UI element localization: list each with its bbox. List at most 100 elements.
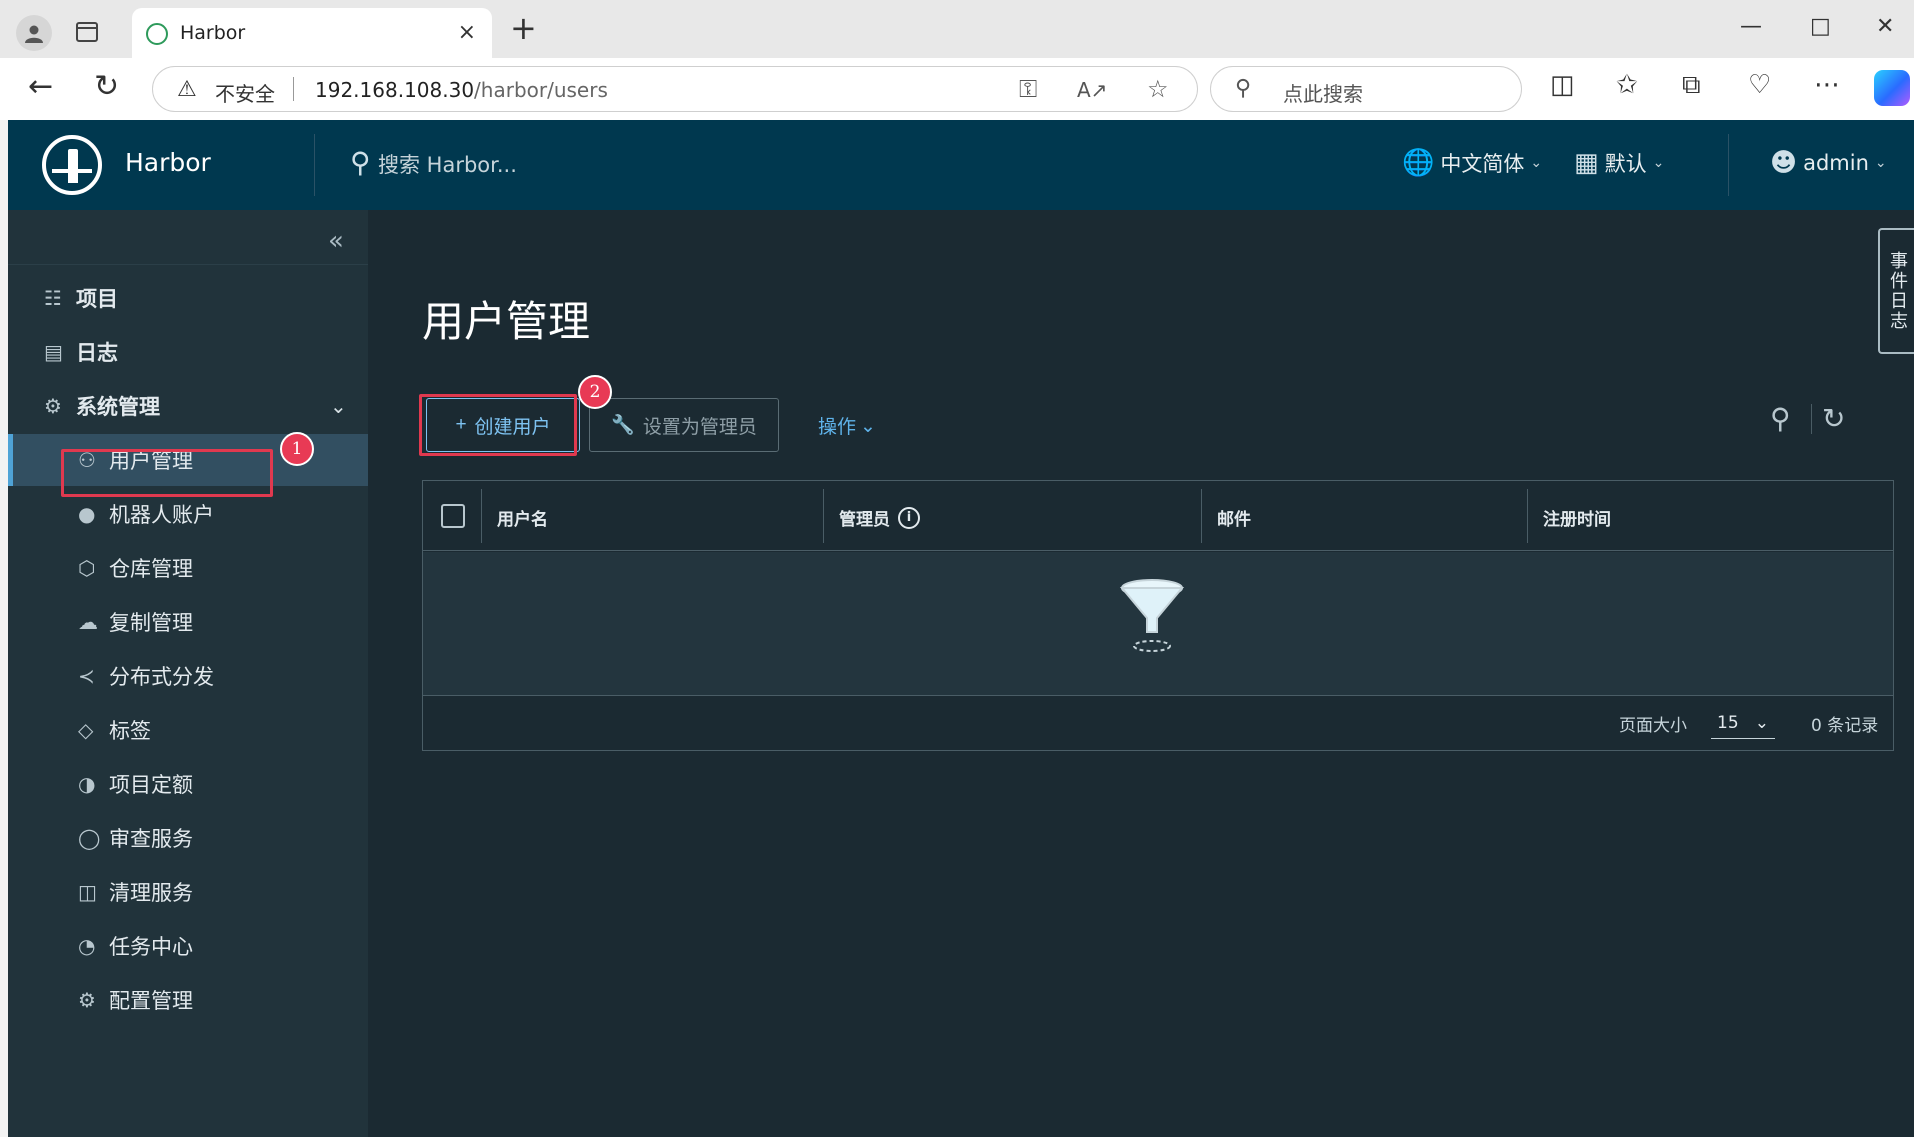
profile-icon[interactable] <box>16 15 52 51</box>
dashboard-icon: ◔ <box>78 934 96 958</box>
calendar-icon: ▦ <box>1574 148 1599 178</box>
page-size-value: 15 <box>1717 712 1739 733</box>
user-name: admin <box>1803 151 1869 175</box>
column-header-registration-time[interactable]: 注册时间 <box>1543 505 1611 530</box>
user-icon: ☻ <box>1770 148 1798 178</box>
sidebar-item-label: 标签 <box>109 719 151 743</box>
column-separator <box>481 489 482 543</box>
sidebar-item-label: 项目 <box>76 287 118 311</box>
sidebar-item-job-service[interactable]: ◔ 任务中心 <box>8 920 368 972</box>
brand-name[interactable]: Harbor <box>125 148 211 177</box>
back-arrow-icon[interactable]: ← <box>28 72 53 102</box>
chevron-down-icon[interactable]: ⌄ <box>330 394 347 418</box>
sidebar-item-distributions[interactable]: ≺ 分布式分发 <box>8 650 368 702</box>
chevron-down-icon: ⌄ <box>1754 712 1769 733</box>
toolbar-divider <box>1811 404 1812 434</box>
global-search-input[interactable] <box>378 150 678 180</box>
browser-tab[interactable]: Harbor × <box>132 8 492 58</box>
column-header-username[interactable]: 用户名 <box>497 505 548 530</box>
column-separator <box>1527 489 1528 543</box>
language-label: 中文简体 <box>1440 152 1525 176</box>
minimize-icon[interactable]: — <box>1740 14 1762 39</box>
sidebar-item-configuration[interactable]: ⚙ 配置管理 <box>8 974 368 1026</box>
split-screen-icon[interactable]: ◫ <box>1550 72 1575 98</box>
info-icon[interactable]: i <box>898 506 920 529</box>
sidebar-item-label: 分布式分发 <box>109 665 214 689</box>
browser-essentials-icon[interactable]: ♡ <box>1748 72 1771 98</box>
theme-selector[interactable]: ▦ 默认 ⌄ <box>1574 148 1664 178</box>
url-path: /harbor/users <box>474 78 608 102</box>
sidebar-item-registries[interactable]: ⬡ 仓库管理 <box>8 542 368 594</box>
select-all-checkbox[interactable] <box>441 504 465 528</box>
insecure-label[interactable]: 不安全 <box>215 78 275 107</box>
table-header: 用户名 管理员 i 邮件 注册时间 <box>423 481 1893 551</box>
app-header: Harbor ⚲ 🌐 中文简体 ⌄ ▦ 默认 ⌄ ☻ admin ⌄ <box>8 120 1914 210</box>
logs-icon: ▤ <box>44 340 63 364</box>
browser-tab-bar: Harbor × + — □ ✕ <box>0 0 1914 58</box>
tab-title: Harbor <box>180 22 246 44</box>
globe-icon: 🌐 <box>1402 148 1435 178</box>
replication-icon: ☁ <box>78 610 98 634</box>
sidebar-item-label: 机器人账户 <box>109 503 214 527</box>
chevron-down-icon: ⌄ <box>1652 155 1665 171</box>
distribution-icon: ≺ <box>78 664 95 688</box>
favorite-star-icon[interactable]: ☆ <box>1147 75 1169 103</box>
user-menu[interactable]: ☻ admin ⌄ <box>1770 148 1887 178</box>
annotation-badge-1: 1 <box>280 432 314 466</box>
sidebar-item-label: 清理服务 <box>109 881 193 905</box>
read-aloud-icon[interactable]: A↗ <box>1077 78 1107 102</box>
sidebar-item-logs[interactable]: ▤ 日志 <box>8 326 368 378</box>
sidebar-item-label: 日志 <box>76 341 118 365</box>
sidebar-item-label: 审查服务 <box>109 827 193 851</box>
sidebar-item-quotas[interactable]: ◑ 项目定额 <box>8 758 368 810</box>
maximize-icon[interactable]: □ <box>1810 14 1831 39</box>
more-options-icon[interactable]: ⋯ <box>1814 72 1840 98</box>
collapse-sidebar-icon[interactable]: « <box>328 226 344 256</box>
search-icon: ⚲ <box>350 146 371 179</box>
chevron-down-icon: ⌄ <box>1874 155 1887 171</box>
sidebar-item-system-admin[interactable]: ⚙ 系统管理 ⌄ <box>8 380 368 432</box>
tab-actions-icon[interactable] <box>76 22 98 42</box>
key-icon[interactable]: ⚿ <box>1019 75 1037 103</box>
favorites-icon[interactable]: ✩ <box>1616 72 1638 98</box>
new-tab-button[interactable]: + <box>510 12 537 44</box>
copilot-icon[interactable] <box>1874 70 1910 106</box>
trash-icon: ◫ <box>78 880 97 904</box>
header-divider <box>314 134 315 196</box>
actions-dropdown[interactable]: 操作 ⌄ <box>818 412 876 439</box>
annotation-badge-2: 2 <box>578 375 612 409</box>
chevron-down-icon: ⌄ <box>1530 155 1543 171</box>
language-selector[interactable]: 🌐 中文简体 ⌄ <box>1402 148 1542 178</box>
sidebar-divider <box>8 264 368 265</box>
sidebar-item-cleanup[interactable]: ◫ 清理服务 <box>8 866 368 918</box>
url-text[interactable]: 192.168.108.30/harbor/users <box>315 78 608 102</box>
search-icon[interactable]: ⚲ <box>1770 402 1791 435</box>
refresh-icon[interactable]: ↻ <box>1822 402 1845 435</box>
event-log-tab[interactable]: 事件日志 <box>1878 228 1914 354</box>
reload-icon[interactable]: ↻ <box>94 72 119 102</box>
sidebar-item-label: 任务中心 <box>109 935 193 959</box>
url-field[interactable]: ⚠ 不安全 192.168.108.30/harbor/users ⚿ A↗ ☆ <box>152 66 1198 112</box>
set-admin-label: 设置为管理员 <box>642 416 757 438</box>
window-close-icon[interactable]: ✕ <box>1876 14 1894 39</box>
page-size-label: 页面大小 <box>1619 716 1687 736</box>
collections-icon[interactable]: ⧉ <box>1682 72 1701 98</box>
gear-icon: ⚙ <box>78 988 96 1012</box>
warning-icon[interactable]: ⚠ <box>177 77 197 102</box>
close-tab-icon[interactable]: × <box>458 20 476 45</box>
browser-search-placeholder: 点此搜索 <box>1283 82 1363 106</box>
projects-icon: ☷ <box>44 286 62 310</box>
sidebar-item-labels[interactable]: ◇ 标签 <box>8 704 368 756</box>
column-header-email[interactable]: 邮件 <box>1217 505 1251 530</box>
column-header-admin[interactable]: 管理员 i <box>839 505 920 530</box>
browser-search-field[interactable]: ⚲ 点此搜索 <box>1210 66 1522 112</box>
set-admin-button[interactable]: 🔧 设置为管理员 <box>589 398 779 452</box>
page-title: 用户管理 <box>422 297 591 346</box>
sidebar-item-label: 项目定额 <box>109 773 193 797</box>
sidebar-item-projects[interactable]: ☷ 项目 <box>8 272 368 324</box>
sidebar-item-interrogation[interactable]: ◯ 审查服务 <box>8 812 368 864</box>
harbor-logo-icon[interactable] <box>42 135 102 195</box>
sidebar-item-replications[interactable]: ☁ 复制管理 <box>8 596 368 648</box>
highlight-create-user <box>419 394 577 456</box>
page-size-select[interactable]: 15 ⌄ <box>1711 707 1775 739</box>
